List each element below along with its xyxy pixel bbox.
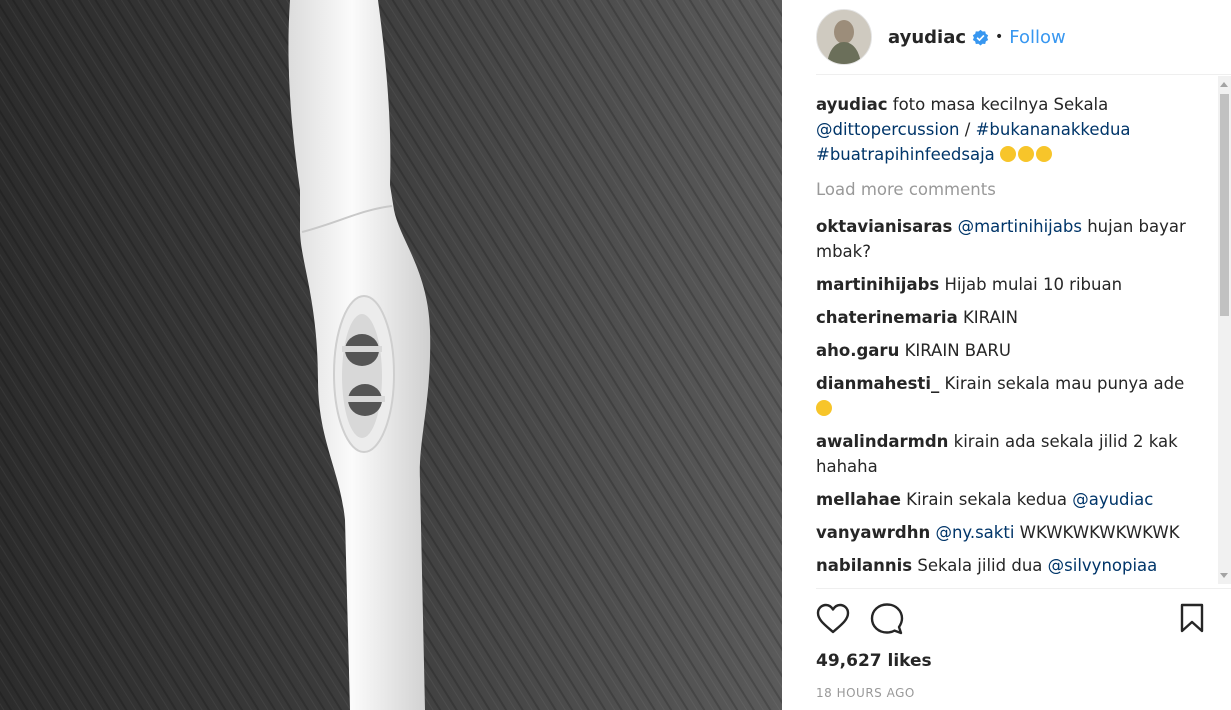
comment-item: aho.garu KIRAIN BARU	[816, 338, 1196, 363]
comment-item: chaterinemaria KIRAIN	[816, 305, 1196, 330]
comment-item: nabilannis Sekala jilid dua @silvynopiaa	[816, 553, 1196, 578]
comment-mention[interactable]: @martinihijabs	[958, 217, 1082, 236]
comment-text: WKWKWKWKWKWK	[1019, 523, 1180, 542]
scroll-down-arrow-icon[interactable]	[1220, 573, 1228, 578]
comment-text: Hijab mulai 10 ribuan	[944, 275, 1123, 294]
comment-item: mellahae Kirain sekala kedua @ayudiac	[816, 487, 1196, 512]
comment-item: awalindarmdn kirain ada sekala jilid 2 k…	[816, 429, 1196, 479]
comment-mention[interactable]: @silvynopiaa	[1048, 556, 1158, 575]
caption: ayudiac foto masa kecilnya Sekala @ditto…	[816, 92, 1196, 167]
emoji-icon	[1018, 146, 1035, 162]
separator-dot: •	[995, 29, 1004, 45]
action-bar	[816, 602, 1206, 642]
comment-username[interactable]: vanyawrdhn	[816, 523, 930, 542]
comment-text: Kirain sekala kedua	[906, 490, 1067, 509]
load-more-comments-button[interactable]: Load more comments	[816, 177, 1196, 202]
caption-text: foto masa kecilnya Sekala	[892, 95, 1109, 114]
verified-badge-icon	[972, 29, 989, 45]
emoji-icon	[1036, 146, 1053, 162]
comments-scrollbar[interactable]	[1218, 76, 1231, 584]
comment-username[interactable]: martinihijabs	[816, 275, 939, 294]
heart-icon[interactable]	[816, 602, 850, 636]
divider	[816, 588, 1231, 589]
comment-text: KIRAIN	[962, 308, 1018, 327]
scrollbar-thumb[interactable]	[1220, 94, 1229, 316]
comment-text: KIRAIN BARU	[904, 341, 1011, 360]
avatar[interactable]	[816, 9, 872, 65]
caption-username[interactable]: ayudiac	[816, 95, 888, 114]
comment-bubble-icon[interactable]	[870, 602, 904, 636]
comment-username[interactable]: dianmahesti_	[816, 374, 939, 393]
comment-item: martinihijabs Hijab mulai 10 ribuan	[816, 272, 1196, 297]
comment-username[interactable]: chaterinemaria	[816, 308, 958, 327]
post-timestamp: 18 HOURS AGO	[816, 686, 915, 700]
likes-count[interactable]: 49,627 likes	[816, 651, 932, 671]
scroll-up-arrow-icon[interactable]	[1220, 82, 1228, 87]
caption-mention[interactable]: @dittopercussion	[816, 120, 960, 139]
comment-item: dianmahesti_ Kirain sekala mau punya ade	[816, 371, 1196, 421]
emoji-icon	[1000, 146, 1017, 162]
comment-text: Kirain sekala mau punya ade	[944, 374, 1185, 393]
comment-mention[interactable]: @ayudiac	[1072, 490, 1153, 509]
post-header: ayudiac • Follow	[816, 0, 1231, 75]
bookmark-icon[interactable]	[1178, 602, 1206, 634]
caption-hashtag[interactable]: #buatrapihinfeedsaja	[816, 145, 995, 164]
comment-mention[interactable]: @ny.sakti	[935, 523, 1014, 542]
post-username[interactable]: ayudiac	[888, 27, 966, 48]
comment-username[interactable]: mellahae	[816, 490, 901, 509]
comment-text: Sekala jilid dua	[917, 556, 1043, 575]
comments-list: ayudiac foto masa kecilnya Sekala @ditto…	[816, 92, 1196, 582]
comment-username[interactable]: aho.garu	[816, 341, 899, 360]
caption-hashtag[interactable]: #bukananakkedua	[976, 120, 1131, 139]
comment-item: oktavianisaras @martinihijabs hujan baya…	[816, 214, 1196, 264]
post-side-panel: ayudiac • Follow ayudiac foto masa kecil…	[782, 0, 1231, 710]
comment-username[interactable]: oktavianisaras	[816, 217, 952, 236]
comment-username[interactable]: awalindarmdn	[816, 432, 948, 451]
post-photo[interactable]	[0, 0, 782, 710]
follow-button[interactable]: Follow	[1009, 27, 1065, 48]
comment-item: vanyawrdhn @ny.sakti WKWKWKWKWKWK	[816, 520, 1196, 545]
emoji-icon	[816, 400, 832, 416]
caption-slash: /	[964, 120, 971, 139]
comment-username[interactable]: nabilannis	[816, 556, 912, 575]
